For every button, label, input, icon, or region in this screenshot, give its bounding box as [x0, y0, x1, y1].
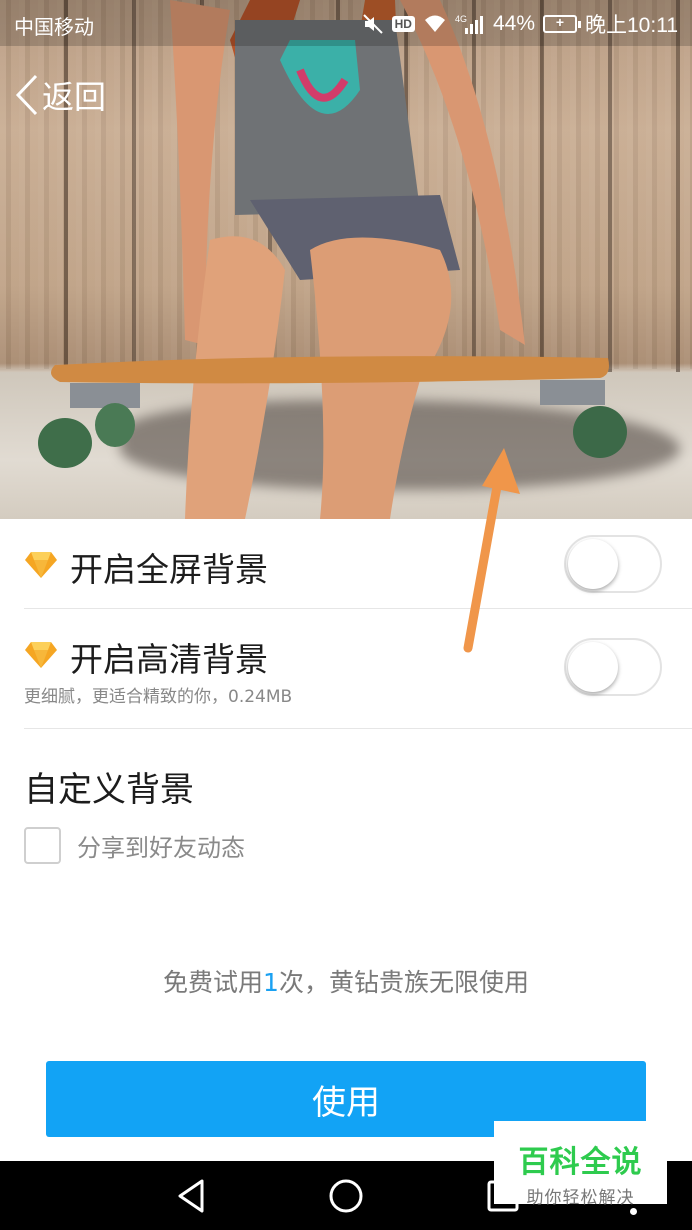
status-bar: 中国移动 HD 4G 44% + 晚上10:11: [0, 0, 692, 46]
hd-background-description: 更细腻，更适合精致的你，0.24MB: [24, 687, 293, 707]
toggle-knob: [568, 642, 618, 692]
back-label: 返回: [42, 79, 107, 115]
diamond-icon: [25, 552, 57, 578]
battery-percent: 44%: [492, 12, 535, 35]
watermark: 百科全说 助你轻松解决: [494, 1121, 667, 1208]
carrier-name: 中国移动: [14, 17, 94, 39]
back-chevron-icon: [15, 74, 38, 116]
hd-voice-icon: HD: [391, 16, 415, 32]
hd-background-label: 开启高清背景: [70, 640, 268, 679]
signal-icon: 4G: [455, 14, 483, 34]
clock: 晚上10:11: [585, 14, 678, 37]
nav-indicator-dot: [630, 1208, 637, 1215]
battery-icon: +: [543, 14, 581, 33]
hd-background-row: 开启高清背景 更细腻，更适合精致的你，0.24MB: [24, 609, 692, 729]
share-label: 分享到好友动态: [77, 833, 245, 862]
nav-home-icon[interactable]: [325, 1175, 367, 1217]
trial-prefix: 免费试用: [163, 968, 264, 997]
back-button[interactable]: 返回: [14, 70, 106, 120]
network-type: 4G: [455, 14, 467, 24]
watermark-title: 百科全说: [518, 1145, 643, 1180]
hd-background-toggle[interactable]: [564, 638, 662, 696]
diamond-icon: [25, 642, 57, 668]
toggle-knob: [568, 539, 618, 589]
mute-icon: [362, 14, 383, 34]
fullscreen-background-row: 开启全屏背景: [24, 519, 692, 609]
share-to-feed-option[interactable]: 分享到好友动态: [24, 826, 245, 864]
watermark-subtitle: 助你轻松解决: [526, 1188, 635, 1208]
trial-suffix: 次，黄钻贵族无限使用: [278, 968, 529, 997]
background-preview-image: 中国移动 HD 4G 44% + 晚上10:11 返回: [0, 0, 692, 519]
wifi-icon: [424, 15, 445, 32]
fullscreen-background-toggle[interactable]: [564, 535, 662, 593]
trial-info: 免费试用1次，黄钻贵族无限使用: [0, 963, 692, 999]
custom-background-title[interactable]: 自定义背景: [24, 762, 194, 811]
nav-back-icon[interactable]: [172, 1175, 214, 1217]
trial-count: 1: [263, 968, 279, 997]
share-checkbox[interactable]: [24, 826, 61, 864]
fullscreen-background-label: 开启全屏背景: [70, 550, 268, 589]
